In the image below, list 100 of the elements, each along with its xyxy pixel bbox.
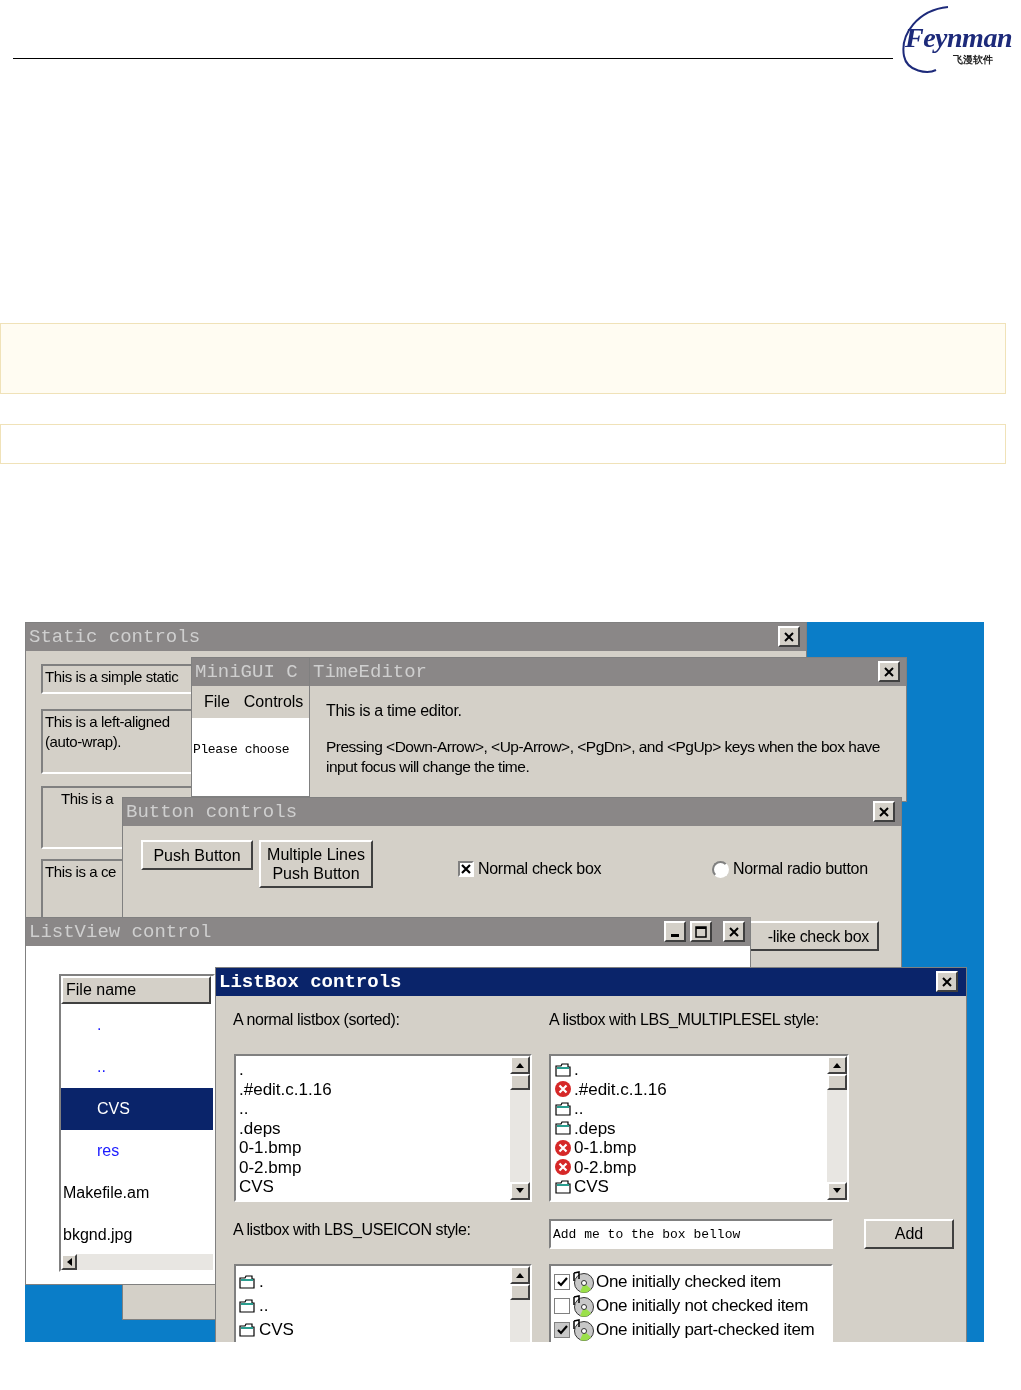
cd-icon: [571, 1295, 595, 1317]
folder-icon: [555, 1121, 571, 1136]
file-name: CVS: [96, 1099, 130, 1119]
file-name: res: [96, 1141, 120, 1161]
list-row[interactable]: Makefile.am: [61, 1172, 213, 1214]
list-item[interactable]: CVS: [574, 1177, 609, 1197]
body-text: Pressing <Down-Arrow>, <Up-Arrow>, <PgDn>, and <PgUp> keys when the box have input focus will change the time.: [326, 737, 881, 777]
radio-label: Normal radio button: [733, 859, 868, 879]
up-arrow-icon: [832, 1062, 842, 1068]
close-button[interactable]: [873, 801, 895, 822]
list-item[interactable]: One initially part-checked item: [596, 1317, 815, 1342]
window-title: TimeEditor: [313, 661, 428, 683]
close-icon: [877, 804, 891, 819]
error-icon: [554, 1138, 572, 1157]
list-item[interactable]: .#edit.c.1.16: [574, 1079, 667, 1099]
list-item[interactable]: 0-1.bmp: [239, 1138, 302, 1158]
folder-icon: [239, 1323, 255, 1337]
window-title: ListBox controls: [219, 971, 402, 993]
window-title: Static controls: [29, 626, 201, 648]
list-item[interactable]: 0-2.bmp: [574, 1157, 637, 1177]
list-item[interactable]: ..: [574, 1099, 584, 1119]
push-button[interactable]: Push Button: [141, 840, 253, 870]
list-item[interactable]: One initially checked item: [596, 1269, 781, 1295]
error-icon: [554, 1158, 572, 1177]
field-label: A listbox with LBS_USEICON style:: [233, 1220, 471, 1240]
scrollbar[interactable]: [827, 1056, 847, 1200]
checkmark-icon: [556, 1325, 568, 1335]
logo-text: Feynman: [905, 22, 1012, 54]
up-arrow-icon: [515, 1062, 525, 1068]
down-arrow-icon: [832, 1188, 842, 1194]
checkbox[interactable]: [554, 1298, 570, 1314]
list-item[interactable]: .: [574, 1060, 579, 1080]
list-item[interactable]: .: [259, 1269, 264, 1295]
minimize-button[interactable]: [664, 921, 686, 942]
file-name: Makefile.am: [62, 1183, 150, 1203]
scroll-thumb[interactable]: [510, 1074, 530, 1090]
scroll-down-button[interactable]: [827, 1182, 847, 1200]
scroll-up-button[interactable]: [510, 1266, 530, 1284]
list-row[interactable]: .: [61, 1004, 213, 1046]
list-item[interactable]: .deps: [574, 1118, 616, 1138]
close-icon: [940, 974, 954, 989]
list-item[interactable]: .#edit.c.1.16: [239, 1079, 332, 1099]
scroll-up-button[interactable]: [510, 1056, 530, 1074]
close-button[interactable]: [878, 661, 900, 682]
checkbox[interactable]: [554, 1274, 570, 1290]
list-item[interactable]: One initially not checked item: [596, 1293, 809, 1319]
list-item[interactable]: ..: [239, 1099, 249, 1119]
list-row[interactable]: CVS: [61, 1088, 213, 1130]
error-icon: [554, 1080, 572, 1099]
column-header[interactable]: File name: [61, 976, 211, 1004]
toggle-button[interactable]: -like check box: [749, 921, 879, 951]
scroll-down-button[interactable]: [510, 1182, 530, 1200]
scroll-thumb[interactable]: [510, 1284, 530, 1300]
checkbox[interactable]: [554, 1322, 570, 1338]
scroll-up-button[interactable]: [827, 1056, 847, 1074]
radio-button[interactable]: [712, 860, 729, 878]
input-field[interactable]: Add me to the box bellow: [549, 1219, 833, 1249]
file-name: bkgnd.jpg: [62, 1225, 133, 1245]
scroll-left-button[interactable]: [61, 1254, 77, 1270]
left-arrow-icon: [66, 1257, 72, 1267]
list-item[interactable]: .deps: [239, 1118, 281, 1138]
push-button[interactable]: Multiple Lines Push Button: [259, 840, 373, 888]
window-title: ListView control: [29, 921, 212, 943]
up-arrow-icon: [515, 1272, 525, 1278]
cross-icon: [461, 864, 471, 874]
list-item[interactable]: CVS: [239, 1177, 274, 1197]
scrollbar[interactable]: [510, 1266, 530, 1342]
field-label: A listbox with LBS_MULTIPLESEL style:: [549, 1010, 819, 1030]
add-button[interactable]: Add: [864, 1219, 954, 1249]
close-button[interactable]: [778, 626, 800, 647]
list-item[interactable]: .: [239, 1060, 244, 1080]
body-text: This is a time editor.: [326, 701, 462, 721]
scrollbar[interactable]: [510, 1056, 530, 1200]
maximize-button[interactable]: [690, 921, 712, 942]
close-button[interactable]: [723, 921, 745, 942]
list-item[interactable]: ..: [259, 1293, 269, 1319]
close-button[interactable]: [936, 971, 958, 992]
checkmark-icon: [556, 1277, 568, 1287]
close-icon: [782, 629, 796, 644]
list-row[interactable]: ..: [61, 1046, 213, 1088]
list-item[interactable]: 0-2.bmp: [239, 1157, 302, 1177]
logo-tagline: 飞漫软件: [953, 54, 993, 66]
down-arrow-icon: [515, 1188, 525, 1194]
checkbox-label: Normal check box: [478, 859, 602, 879]
maximize-icon: [694, 924, 708, 939]
folder-icon: [555, 1062, 571, 1077]
scroll-thumb[interactable]: [827, 1074, 847, 1090]
scrollbar[interactable]: [61, 1254, 213, 1270]
checkbox[interactable]: [458, 861, 474, 877]
file-name: ..: [96, 1057, 106, 1077]
folder-icon: [239, 1299, 255, 1313]
list-item[interactable]: 0-1.bmp: [574, 1138, 637, 1158]
list-item[interactable]: CVS: [259, 1317, 294, 1342]
list-row[interactable]: res: [61, 1130, 213, 1172]
cd-icon: [571, 1271, 595, 1293]
list-row[interactable]: bkgnd.jpg: [61, 1214, 213, 1256]
minimize-icon: [671, 934, 679, 937]
folder-icon: [239, 1275, 255, 1289]
field-label: A normal listbox (sorted):: [233, 1010, 400, 1030]
close-icon: [727, 924, 741, 939]
